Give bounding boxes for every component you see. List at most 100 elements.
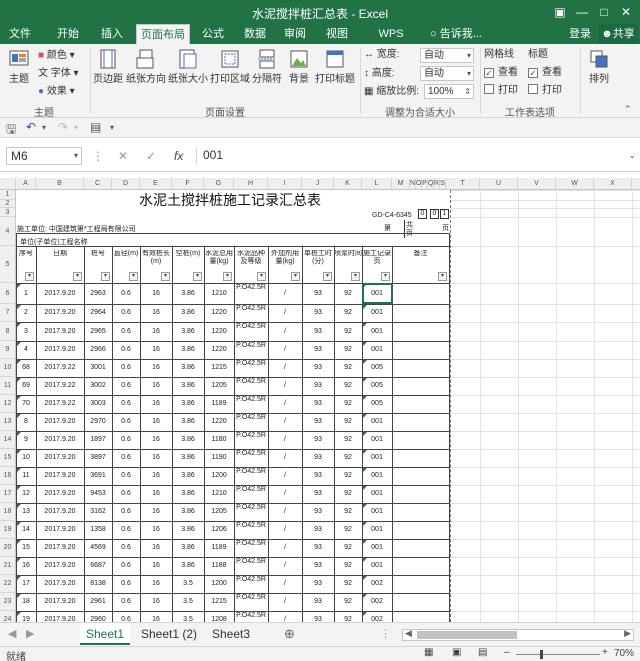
table-cell[interactable]: 93: [302, 503, 334, 521]
insert-function-icon[interactable]: fx: [174, 149, 183, 163]
horizontal-scrollbar[interactable]: ◀ ▶: [402, 628, 634, 641]
table-cell[interactable]: 0.6: [112, 503, 140, 521]
tab-formulas[interactable]: 公式: [198, 24, 228, 44]
print-area-button[interactable]: 打印区域: [210, 48, 250, 85]
table-cell[interactable]: 3691: [84, 467, 112, 485]
table-cell[interactable]: 1220: [204, 322, 234, 341]
table-cell[interactable]: 93: [302, 283, 334, 304]
print-preview-icon[interactable]: ▤: [90, 120, 101, 134]
table-cell[interactable]: 93: [302, 395, 334, 413]
row-header[interactable]: 16: [0, 467, 16, 485]
table-cell[interactable]: 1220: [204, 304, 234, 322]
zoom-in-icon[interactable]: +: [602, 647, 608, 658]
scroll-right-icon[interactable]: ▶: [624, 628, 631, 639]
table-cell[interactable]: 1220: [204, 341, 234, 359]
sheet-tab-sheet1[interactable]: Sheet1: [80, 623, 130, 645]
table-cell[interactable]: 93: [302, 413, 334, 431]
table-cell[interactable]: 2017.9.22: [36, 377, 84, 395]
table-cell[interactable]: 16: [140, 395, 172, 413]
table-cell[interactable]: 92: [334, 467, 362, 485]
table-cell[interactable]: /: [268, 503, 302, 521]
table-cell[interactable]: 2017.9.20: [36, 449, 84, 467]
table-cell[interactable]: 2970: [84, 413, 112, 431]
table-cell[interactable]: P.O42.5R: [234, 503, 268, 521]
row-header[interactable]: 7: [0, 304, 16, 322]
maximize-icon[interactable]: □: [594, 2, 614, 22]
table-cell[interactable]: /: [268, 304, 302, 322]
table-cell[interactable]: 1206: [204, 521, 234, 539]
size-button[interactable]: 纸张大小: [168, 48, 208, 85]
table-cell[interactable]: 16: [140, 322, 172, 341]
normal-view-icon[interactable]: ▦: [424, 647, 433, 658]
table-cell[interactable]: 93: [302, 449, 334, 467]
table-cell[interactable]: 6687: [84, 557, 112, 575]
row-header[interactable]: 9: [0, 341, 16, 359]
table-cell[interactable]: 1208: [204, 611, 234, 622]
customize-qat-icon[interactable]: ▾: [110, 123, 114, 132]
table-cell[interactable]: 1188: [204, 557, 234, 575]
filter-dropdown-icon[interactable]: ▾: [101, 272, 110, 281]
table-cell[interactable]: 16: [140, 359, 172, 377]
table-cell[interactable]: 2017.9.20: [36, 557, 84, 575]
table-cell[interactable]: 2017.9.22: [36, 359, 84, 377]
table-cell[interactable]: P.O42.5R: [234, 449, 268, 467]
column-header[interactable]: D: [112, 178, 140, 190]
table-cell[interactable]: /: [268, 431, 302, 449]
table-cell[interactable]: 1200: [204, 467, 234, 485]
arrange-button[interactable]: 排列: [584, 48, 614, 85]
table-cell[interactable]: 93: [302, 539, 334, 557]
themes-button[interactable]: 主题: [4, 48, 34, 85]
filter-dropdown-icon[interactable]: ▾: [223, 272, 232, 281]
filter-dropdown-icon[interactable]: ▾: [323, 272, 332, 281]
table-cell[interactable]: 92: [334, 304, 362, 322]
table-cell[interactable]: 3.86: [172, 539, 204, 557]
tab-wps-pdf[interactable]: WPS PDF: [366, 24, 416, 60]
row-header[interactable]: 24: [0, 611, 16, 622]
table-cell[interactable]: [392, 304, 449, 322]
table-cell[interactable]: [392, 359, 449, 377]
table-cell[interactable]: 3.86: [172, 304, 204, 322]
row-header[interactable]: 13: [0, 413, 16, 431]
table-cell[interactable]: 92: [334, 539, 362, 557]
margins-button[interactable]: 页边距: [92, 48, 124, 85]
filter-dropdown-icon[interactable]: ▾: [381, 272, 390, 281]
column-header[interactable]: L: [362, 178, 392, 190]
table-cell[interactable]: 1205: [204, 503, 234, 521]
table-cell[interactable]: [392, 485, 449, 503]
table-cell[interactable]: /: [268, 395, 302, 413]
table-cell[interactable]: P.O42.5R: [234, 283, 268, 304]
table-cell[interactable]: 3.5: [172, 611, 204, 622]
table-cell[interactable]: 92: [334, 575, 362, 593]
filter-dropdown-icon[interactable]: ▾: [438, 272, 447, 281]
table-cell[interactable]: 93: [302, 575, 334, 593]
zoom-out-icon[interactable]: –: [504, 647, 510, 658]
column-header[interactable]: V: [518, 178, 556, 190]
table-cell[interactable]: 8138: [84, 575, 112, 593]
table-cell[interactable]: 92: [334, 377, 362, 395]
table-cell[interactable]: [392, 467, 449, 485]
print-titles-button[interactable]: 打印标题: [314, 48, 356, 85]
table-cell[interactable]: 92: [334, 341, 362, 359]
table-cell[interactable]: 3001: [84, 359, 112, 377]
table-cell[interactable]: 1200: [204, 575, 234, 593]
column-header[interactable]: C: [84, 178, 112, 190]
table-cell[interactable]: P.O42.5R: [234, 395, 268, 413]
share-button[interactable]: ☻共享: [598, 24, 638, 44]
table-cell[interactable]: 2963: [84, 283, 112, 304]
table-cell[interactable]: 2965: [84, 322, 112, 341]
table-cell[interactable]: 3.86: [172, 503, 204, 521]
table-cell[interactable]: 16: [140, 449, 172, 467]
tab-file[interactable]: 文件: [4, 24, 36, 44]
sheet-tab-sheet3[interactable]: Sheet3: [208, 623, 254, 645]
table-cell[interactable]: 1215: [204, 359, 234, 377]
table-cell[interactable]: 2960: [84, 611, 112, 622]
table-cell[interactable]: 93: [302, 359, 334, 377]
row-header[interactable]: 6: [0, 283, 16, 304]
table-cell[interactable]: [392, 593, 449, 611]
row-header[interactable]: 14: [0, 431, 16, 449]
collapse-ribbon-icon[interactable]: ⌃: [624, 104, 632, 115]
table-cell[interactable]: 92: [334, 485, 362, 503]
page-layout-view-icon[interactable]: ▣: [452, 647, 461, 658]
zoom-slider[interactable]: [516, 654, 600, 655]
table-cell[interactable]: /: [268, 485, 302, 503]
